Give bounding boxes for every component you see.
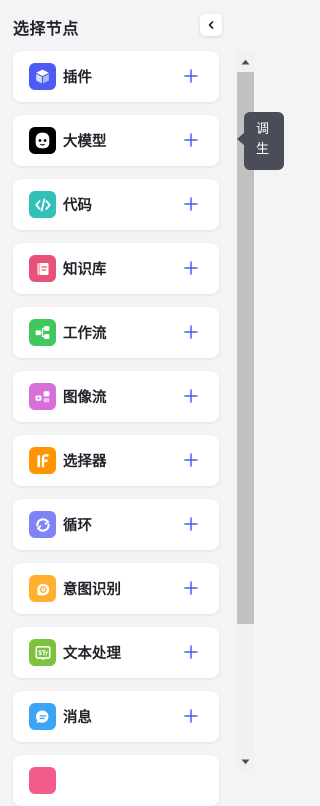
node-card-loop[interactable]: 循环 [13, 499, 219, 550]
partial-node-icon [29, 767, 56, 794]
node-label: 知识库 [63, 262, 107, 278]
node-label: 代码 [63, 198, 92, 214]
node-selector-panel: 选择节点 插件 大模型 代码 知识库 工作流 图像流 选择器 循环 意图识别 文… [0, 0, 237, 806]
node-label: 循环 [63, 518, 92, 534]
node-card-selector[interactable]: 选择器 [13, 435, 219, 486]
add-plus-icon[interactable] [182, 707, 200, 725]
collapse-button[interactable] [200, 14, 222, 36]
add-plus-icon[interactable] [182, 195, 200, 213]
node-card-partial[interactable] [13, 755, 219, 806]
add-plus-icon[interactable] [182, 451, 200, 469]
add-plus-icon[interactable] [182, 643, 200, 661]
image-flow-icon [29, 383, 56, 410]
node-label: 大模型 [63, 134, 107, 150]
add-plus-icon[interactable] [182, 323, 200, 341]
panel-title: 选择节点 [13, 19, 80, 38]
node-label: 插件 [63, 70, 92, 86]
node-label: 选择器 [63, 454, 107, 470]
node-card-llm[interactable]: 大模型 [13, 115, 219, 166]
node-label: 文本处理 [63, 646, 121, 662]
scroll-up-arrow-icon[interactable] [237, 53, 254, 70]
node-label: 工作流 [63, 326, 107, 342]
intent-recognition-icon [29, 575, 56, 602]
add-plus-icon[interactable] [182, 387, 200, 405]
add-plus-icon[interactable] [182, 259, 200, 277]
add-plus-icon[interactable] [182, 67, 200, 85]
add-plus-icon[interactable] [182, 579, 200, 597]
text-processing-icon [29, 639, 56, 666]
node-card-image-flow[interactable]: 图像流 [13, 371, 219, 422]
node-label: 消息 [63, 710, 92, 726]
tooltip-line: 生 [256, 142, 270, 157]
add-plus-icon[interactable] [182, 515, 200, 533]
workflow-icon [29, 319, 56, 346]
node-card-code[interactable]: 代码 [13, 179, 219, 230]
node-label: 图像流 [63, 390, 107, 406]
node-card-workflow[interactable]: 工作流 [13, 307, 219, 358]
node-card-intent-recognition[interactable]: 意图识别 [13, 563, 219, 614]
chevron-left-icon [208, 21, 214, 29]
node-card-message[interactable]: 消息 [13, 691, 219, 742]
node-card-text-processing[interactable]: 文本处理 [13, 627, 219, 678]
node-label: 意图识别 [63, 582, 121, 598]
if-selector-icon [29, 447, 56, 474]
code-icon [29, 191, 56, 218]
loop-icon [29, 511, 56, 538]
add-plus-icon[interactable] [182, 131, 200, 149]
knowledge-base-icon [29, 255, 56, 282]
node-card-plugin[interactable]: 插件 [13, 51, 219, 102]
tooltip: 调 生 [244, 112, 284, 170]
llm-robot-icon [29, 127, 56, 154]
node-card-knowledge-base[interactable]: 知识库 [13, 243, 219, 294]
plugin-cube-icon [29, 63, 56, 90]
tooltip-line: 调 [256, 122, 270, 137]
panel-header: 选择节点 [13, 12, 223, 40]
message-icon [29, 703, 56, 730]
scroll-down-arrow-icon[interactable] [237, 753, 254, 770]
